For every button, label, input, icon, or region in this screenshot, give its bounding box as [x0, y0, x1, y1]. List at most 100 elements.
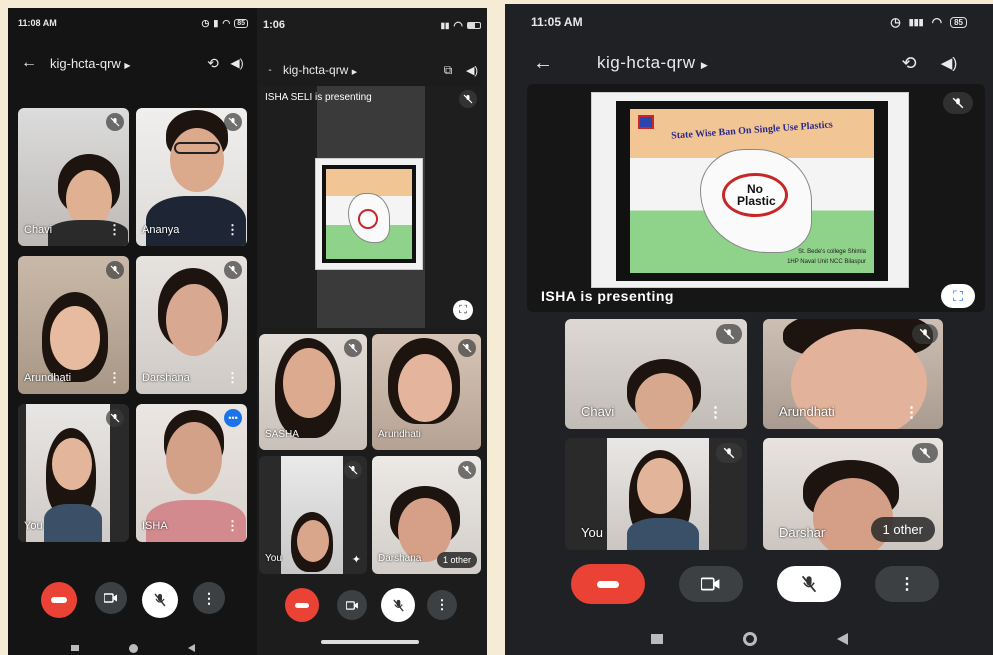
camera-toggle-button[interactable]: [95, 582, 127, 614]
participant-tile[interactable]: Darshar 1 other: [763, 438, 943, 550]
status-time: 11:05 AM: [531, 15, 583, 29]
mic-off-icon: [224, 113, 242, 131]
others-count-badge[interactable]: 1 other: [436, 552, 477, 568]
participant-name: You: [265, 553, 282, 564]
mic-off-icon: [224, 261, 242, 279]
participant-tile[interactable]: Darshana ⋮: [136, 256, 247, 394]
switch-camera-icon[interactable]: ⟲: [200, 55, 226, 72]
more-vertical-icon: ⋮: [202, 589, 216, 606]
participant-tile[interactable]: Darshana 1 other: [372, 456, 481, 574]
android-nav-bar: [505, 632, 993, 646]
fullscreen-icon[interactable]: ⛶: [453, 300, 473, 320]
speaker-icon[interactable]: ◀): [929, 54, 969, 72]
presenting-label: ISHA SELI is presenting: [265, 92, 372, 103]
microphone-toggle-button[interactable]: [777, 566, 841, 602]
participant-tile[interactable]: Arundhati: [372, 334, 481, 450]
home-icon[interactable]: [742, 632, 757, 646]
app-bar: ← kig-hcta-qrw ▶ ⟲ ◀): [8, 52, 258, 74]
effects-sparkle-icon[interactable]: ✦: [352, 553, 361, 566]
meeting-code: kig-hcta-qrw: [50, 55, 121, 71]
participant-tile[interactable]: Arundhati ⋮: [18, 256, 129, 394]
more-options-icon[interactable]: ⋮: [226, 222, 239, 238]
participant-name: Arundhati: [779, 404, 835, 419]
meeting-title[interactable]: kig-hcta-qrw ▶: [40, 56, 200, 71]
mic-off-icon: [458, 339, 476, 357]
phone-hangup-icon: [295, 602, 309, 608]
participant-tile[interactable]: Arundhati ⋮: [763, 319, 943, 429]
participant-tile[interactable]: Chavi ⋮: [18, 108, 129, 246]
participant-tile[interactable]: Chavi ⋮: [565, 319, 747, 429]
mic-off-icon: [943, 92, 973, 114]
more-options-button[interactable]: ⋮: [427, 590, 457, 620]
video-camera-icon: [104, 593, 117, 603]
participant-tile-self[interactable]: You: [565, 438, 747, 550]
switch-camera-icon[interactable]: ⟲: [889, 53, 929, 74]
participant-name: Ananya: [142, 224, 180, 236]
mic-off-icon: [716, 443, 742, 463]
recent-apps-icon[interactable]: [71, 645, 79, 651]
more-options-button[interactable]: ⋮: [193, 582, 225, 614]
recent-apps-icon[interactable]: [650, 634, 663, 644]
participant-tile-speaking[interactable]: ••• ISHA ⋮: [136, 404, 247, 542]
more-options-icon[interactable]: ⋮: [108, 222, 121, 238]
back-nav-icon[interactable]: [188, 644, 195, 652]
caret-right-icon: ▶: [351, 69, 358, 76]
participant-tile[interactable]: Ananya ⋮: [136, 108, 247, 246]
signal-icon: ▮▮: [440, 20, 450, 30]
fullscreen-icon[interactable]: ⛶: [941, 284, 975, 308]
gesture-nav-handle[interactable]: [321, 640, 419, 644]
more-options-icon[interactable]: ⋮: [226, 370, 239, 386]
mic-off-icon: [344, 339, 362, 357]
meeting-title[interactable]: kig-hcta-qrw ▶: [279, 63, 435, 77]
end-call-button[interactable]: [571, 564, 645, 604]
app-bar: - kig-hcta-qrw ▶ ⧉ ◀): [257, 60, 487, 80]
video-camera-icon: [701, 577, 720, 591]
more-options-icon[interactable]: ⋮: [708, 403, 723, 421]
others-count-badge[interactable]: 1 other: [870, 517, 935, 542]
speaking-indicator-icon: •••: [224, 409, 242, 427]
participant-name: SASHA: [265, 429, 299, 440]
more-options-icon[interactable]: ⋮: [108, 370, 121, 386]
no-plastic-sign: [358, 209, 378, 229]
meeting-title[interactable]: kig-hcta-qrw ▶: [557, 53, 889, 73]
participant-tile-self[interactable]: You ✦: [259, 456, 367, 574]
more-options-icon[interactable]: ⋮: [226, 518, 239, 534]
phone-screen-grid-view: 11:08 AM ◷ ▮ ◠ 85 ← kig-hcta-qrw ▶ ⟲ ◀) …: [8, 8, 258, 655]
back-arrow-icon[interactable]: ←: [529, 52, 557, 75]
participant-name: Chavi: [581, 404, 615, 419]
more-options-icon[interactable]: ⋮: [904, 403, 919, 421]
presentation-area[interactable]: ISHA SELI is presenting ⛶: [259, 86, 481, 328]
speaker-icon[interactable]: ◀): [226, 56, 248, 70]
wifi-icon: ◠: [931, 15, 943, 29]
switch-camera-icon[interactable]: ⧉: [435, 63, 461, 78]
back-arrow-icon[interactable]: -: [261, 65, 279, 76]
slide-title: State Wise Ban On Single Use Plastics: [670, 119, 834, 142]
participant-name: You: [581, 525, 603, 540]
back-nav-icon[interactable]: [836, 633, 848, 645]
microphone-toggle-button[interactable]: [381, 588, 415, 622]
participant-name: You: [24, 520, 43, 532]
camera-toggle-button[interactable]: [337, 590, 367, 620]
ncc-logo-icon: [638, 115, 654, 129]
alarm-icon: ◷: [201, 17, 210, 28]
status-bar: 11:08 AM ◷ ▮ ◠ 85: [8, 16, 258, 30]
participant-tile[interactable]: SASHA: [259, 334, 367, 450]
end-call-button[interactable]: [285, 588, 319, 622]
alarm-icon: ◷: [890, 15, 901, 29]
mic-off-icon: [154, 593, 166, 607]
mic-off-icon: [344, 461, 362, 479]
end-call-button[interactable]: [41, 582, 77, 618]
microphone-toggle-button[interactable]: [142, 582, 178, 618]
speaker-icon[interactable]: ◀): [461, 64, 483, 77]
no-plastic-sign: No Plastic: [722, 173, 788, 217]
back-arrow-icon[interactable]: ←: [18, 54, 40, 72]
battery-icon: 85: [234, 18, 248, 28]
participant-tile-self[interactable]: You: [18, 404, 129, 542]
signal-icon: ▮▮▮: [908, 16, 924, 27]
camera-toggle-button[interactable]: [679, 566, 743, 602]
presentation-area[interactable]: State Wise Ban On Single Use Plastics No…: [527, 84, 985, 312]
more-options-button[interactable]: ⋮: [875, 566, 939, 602]
video-camera-icon: [345, 600, 358, 610]
home-icon[interactable]: [129, 643, 138, 653]
mic-off-icon: [716, 324, 742, 344]
